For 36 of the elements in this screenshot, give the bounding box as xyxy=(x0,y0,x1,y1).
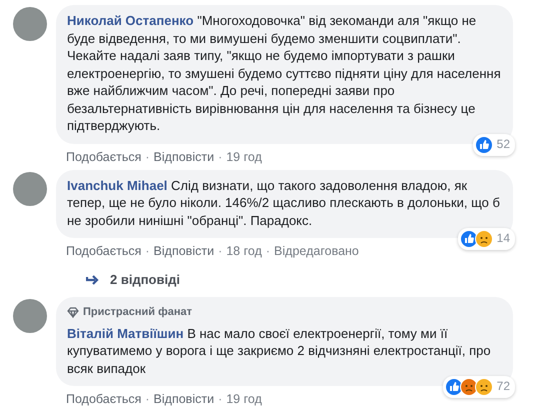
separator: · xyxy=(145,244,150,260)
separator: · xyxy=(218,150,222,166)
action-link[interactable]: Відповісти xyxy=(154,150,214,170)
meta-text: 19 год xyxy=(226,150,262,166)
replies-link[interactable]: 2 відповіді xyxy=(110,272,180,287)
reactions-badge[interactable]: 52 xyxy=(472,134,515,156)
meta-text: Відредаговано xyxy=(274,244,359,260)
diamond-icon xyxy=(67,307,79,318)
fan-badge-label: Пристрасний фанат xyxy=(83,305,192,320)
separator: · xyxy=(218,392,222,408)
sad-face-icon xyxy=(474,230,493,248)
comment-text: Ivanchuk Mihael Слід визнати, що такого задоволення владою, як тепер, ще не було ніколи. 146%/2 щасливо плескають в долоньки, що б не зробили нинішні "обранці". Парадокс. xyxy=(67,176,501,229)
action-link[interactable]: Відповісти xyxy=(154,244,214,264)
action-link[interactable]: Відповісти xyxy=(154,392,214,411)
separator: · xyxy=(266,244,270,260)
avatar[interactable] xyxy=(13,172,47,206)
author-name[interactable]: Віталій Матвіїшин xyxy=(67,326,184,340)
action-link[interactable]: Подобається xyxy=(66,150,142,170)
reactions-badge[interactable]: 14 xyxy=(458,228,515,250)
author-name[interactable]: Николай Остапенко xyxy=(67,13,194,28)
avatar[interactable] xyxy=(13,7,47,41)
sad-face-icon xyxy=(474,378,493,396)
thumbs-up-icon xyxy=(474,136,493,154)
meta-text: 18 год xyxy=(226,244,262,260)
reactions-badge[interactable]: 72 xyxy=(442,376,515,398)
meta-text: 19 год xyxy=(226,392,262,408)
separator: · xyxy=(145,150,150,166)
reply-arrow-icon xyxy=(86,274,100,284)
comment-text: Николай Остапенко "Многоходовочка" від зекоманди аля "якщо не буде відведення, то ми вимушені будемо зменшити соцвиплати". Чекайте надалі заяв типу, "якщо не будемо імпортувати з рашки електроенергію, то змушені будемо суттєво підняти ціну для населення вже найближчим часом". До речі, попередні заяви про безальтернативність вирівнювання цін для населення та бізнесу це підтверджують. xyxy=(67,12,501,134)
author-name[interactable]: Ivanchuk Mihael xyxy=(67,178,168,192)
action-link[interactable]: Подобається xyxy=(66,392,142,411)
avatar[interactable] xyxy=(13,299,47,333)
action-link[interactable]: Подобається xyxy=(66,244,142,264)
separator: · xyxy=(145,392,150,408)
comment-text: Віталій Матвіїшин В нас мало своєї електроенергії, тому ми її купуватимемо у ворога і ще закриємо 2 відчизняні електростанції, про всяк випадок xyxy=(67,324,492,377)
separator: · xyxy=(218,244,222,260)
